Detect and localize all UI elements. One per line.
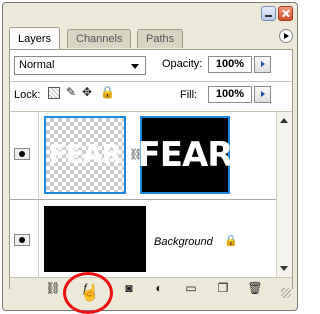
panel-menu-button[interactable]	[279, 29, 293, 43]
tab-channels[interactable]: Channels	[67, 29, 132, 48]
eye-visibility-icon[interactable]	[14, 234, 30, 246]
layer-thumbnail[interactable]: FEAR	[44, 116, 126, 194]
eye-visibility-icon[interactable]	[14, 148, 30, 160]
lock-position-move-icon[interactable]: ✥	[82, 85, 92, 99]
minimize-button[interactable]	[261, 6, 276, 21]
layer-lock-icon: 🔒	[224, 235, 238, 247]
layers-list: FEAR ⛓ FEAR Background 🔒	[10, 112, 276, 277]
lock-all-icon[interactable]: 🔒	[100, 85, 115, 99]
visibility-column	[10, 200, 39, 277]
scroll-up-arrow-icon[interactable]	[280, 118, 288, 123]
new-group-icon[interactable]: ▭	[182, 281, 200, 296]
blend-opacity-row: Normal Opacity: 100%	[10, 50, 292, 80]
new-layer-icon[interactable]: ❐	[214, 281, 232, 296]
fill-slider-button[interactable]	[254, 86, 271, 103]
lock-pixels-brush-icon[interactable]: ✎	[66, 85, 76, 99]
blend-mode-value: Normal	[19, 59, 55, 71]
annotation-red-circle	[63, 272, 113, 314]
resize-grip-icon[interactable]	[281, 288, 291, 298]
tab-label: Channels	[76, 33, 123, 45]
panel-titlebar	[3, 3, 297, 25]
opacity-value: 100%	[215, 58, 245, 70]
layers-panel-body: Normal Opacity: 100% Lock: ✎ ✥ 🔒 Fill: 1…	[9, 49, 293, 299]
close-button[interactable]	[278, 6, 293, 21]
layers-scrollbar[interactable]	[276, 112, 292, 277]
tab-layers[interactable]: Layers	[9, 27, 61, 49]
panel-bottom-toolbar: ⛓ ƒ ◙ ◐ ▭ ❐ 🗑	[10, 277, 292, 299]
thumbnail-fear-text: FEAR	[49, 140, 122, 170]
delete-layer-icon[interactable]: 🗑	[246, 281, 264, 296]
adjustment-layer-icon[interactable]: ◐	[150, 281, 168, 296]
scroll-down-arrow-icon[interactable]	[280, 266, 288, 271]
layer-fear[interactable]: FEAR ⛓ FEAR	[10, 112, 276, 200]
tab-paths[interactable]: Paths	[137, 29, 184, 48]
background-thumbnail[interactable]	[44, 206, 146, 272]
chevron-down-icon	[131, 64, 139, 69]
layers-panel-window: Layers Channels Paths Normal Opacity: 10…	[2, 2, 298, 311]
layer-name-background[interactable]: Background	[154, 236, 213, 248]
add-layer-mask-icon[interactable]: ◙	[120, 281, 138, 296]
opacity-label: Opacity:	[162, 58, 203, 70]
opacity-input[interactable]: 100%	[208, 56, 252, 73]
fill-label: Fill:	[180, 89, 198, 101]
panel-tabs: Layers Channels Paths	[9, 27, 293, 49]
visibility-column	[10, 112, 39, 199]
mask-fear-text: FEAR	[137, 135, 234, 175]
tab-label: Paths	[146, 33, 175, 45]
lock-label: Lock:	[14, 89, 41, 101]
lock-transparency-icon[interactable]	[48, 87, 60, 99]
blend-mode-select[interactable]: Normal	[14, 56, 146, 75]
fill-value: 100%	[215, 88, 245, 100]
link-layers-icon[interactable]: ⛓	[44, 281, 62, 296]
tab-label: Layers	[18, 33, 52, 45]
layer-mask-thumbnail[interactable]: FEAR	[137, 116, 234, 194]
lock-fill-row: Lock: ✎ ✥ 🔒 Fill: 100%	[10, 82, 292, 110]
layer-background[interactable]: Background 🔒	[10, 200, 276, 277]
fill-input[interactable]: 100%	[208, 86, 252, 103]
opacity-slider-button[interactable]	[254, 56, 271, 73]
